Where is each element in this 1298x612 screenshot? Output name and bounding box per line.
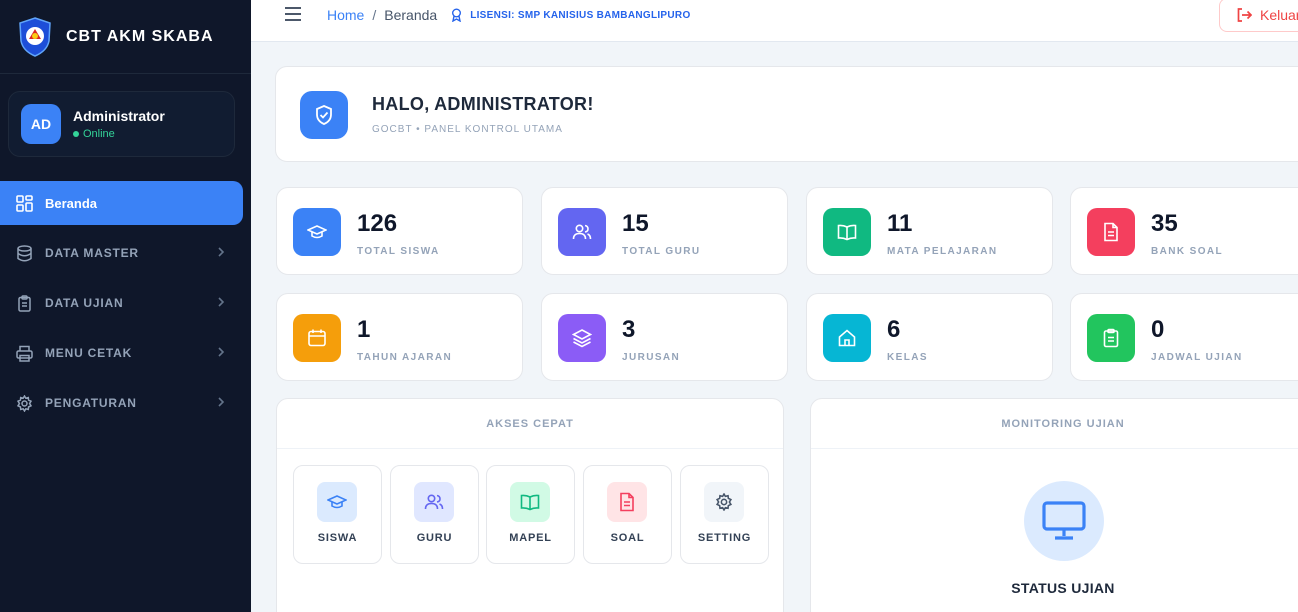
stat-label: JADWAL UJIAN	[1151, 352, 1243, 363]
quick-access-siswa[interactable]: SISWA	[293, 465, 382, 564]
users-icon	[414, 482, 454, 522]
database-icon	[17, 244, 32, 261]
logout-icon	[1237, 8, 1252, 22]
stat-card-jadwal-ujian[interactable]: 0 JADWAL UJIAN	[1070, 293, 1298, 381]
chevron-right-icon	[218, 297, 225, 307]
welcome-title: HALO, ADMINISTRATOR!	[372, 94, 594, 114]
shield-check-icon	[300, 91, 348, 139]
brand-title: CBT AKM SKABA	[66, 27, 214, 45]
license-badge: LISENSI: SMP KANISIUS BAMBANGLIPURO	[451, 8, 690, 22]
quick-access-panel: AKSES CEPAT SISWA GURU MAPEL SOAL SETTIN…	[276, 398, 784, 612]
stat-label: MATA PELAJARAN	[887, 246, 998, 257]
quick-access-label: GURU	[416, 532, 453, 544]
quick-access-label: MAPEL	[509, 532, 552, 544]
quick-access-soal[interactable]: SOAL	[583, 465, 672, 564]
stat-label: TAHUN AJARAN	[357, 352, 453, 363]
user-card[interactable]: AD Administrator Online	[8, 91, 235, 157]
quick-access-setting[interactable]: SETTING	[680, 465, 769, 564]
stat-card-mata-pelajaran[interactable]: 11 MATA PELAJARAN	[806, 187, 1053, 275]
graduation-cap-icon	[317, 482, 357, 522]
gear-icon	[704, 482, 744, 522]
sidebar-item-pengaturan[interactable]: PENGATURAN	[0, 381, 243, 425]
sidebar-item-menu-cetak[interactable]: MENU CETAK	[0, 331, 243, 375]
quick-access-guru[interactable]: GURU	[390, 465, 479, 564]
document-icon	[607, 482, 647, 522]
sidebar-item-label: MENU CETAK	[45, 346, 133, 360]
grid-icon	[16, 194, 33, 212]
online-dot-icon	[73, 131, 79, 137]
stat-card-total-siswa[interactable]: 126 TOTAL SISWA	[276, 187, 523, 275]
stat-label: TOTAL SISWA	[357, 246, 440, 257]
stat-card-kelas[interactable]: 6 KELAS	[806, 293, 1053, 381]
brand: CBT AKM SKABA	[0, 0, 251, 74]
sidebar-item-label: PENGATURAN	[45, 396, 137, 410]
stat-value: 1	[357, 316, 371, 343]
sidebar-item-label: DATA MASTER	[45, 246, 139, 260]
printer-icon	[16, 345, 33, 362]
stat-label: KELAS	[887, 352, 928, 363]
graduation-cap-icon	[293, 208, 341, 256]
award-icon	[452, 8, 462, 22]
hamburger-menu-icon[interactable]	[284, 6, 302, 22]
clipboard-check-icon	[1087, 314, 1135, 362]
stat-label: TOTAL GURU	[622, 246, 701, 257]
school-logo-icon	[19, 16, 51, 57]
sidebar-item-label: DATA UJIAN	[45, 296, 124, 310]
sidebar: CBT AKM SKABA AD Administrator Online Be…	[0, 0, 251, 612]
home-icon	[823, 314, 871, 362]
stat-label: BANK SOAL	[1151, 246, 1224, 257]
quick-access-label: SISWA	[317, 532, 358, 544]
stat-card-tahun-ajaran[interactable]: 1 TAHUN AJARAN	[276, 293, 523, 381]
book-icon	[510, 482, 550, 522]
sidebar-item-data-ujian[interactable]: DATA UJIAN	[0, 281, 243, 325]
monitor-icon	[1024, 481, 1104, 561]
user-status-label: Online	[83, 128, 115, 140]
status-ujian-title: STATUS UJIAN	[1011, 580, 1115, 596]
document-icon	[1087, 208, 1135, 256]
welcome-subtitle: GOCBT • PANEL KONTROL UTAMA	[372, 124, 563, 135]
quick-access-label: SOAL	[610, 532, 645, 544]
breadcrumb-separator: /	[372, 7, 377, 23]
stat-value: 6	[887, 316, 901, 343]
quick-access-label: SETTING	[697, 532, 752, 544]
topbar: Home / Beranda LISENSI: SMP KANISIUS BAM…	[251, 0, 1298, 42]
avatar: AD	[21, 104, 61, 144]
stat-value: 3	[622, 316, 636, 343]
stat-value: 11	[887, 210, 913, 237]
breadcrumb: Home / Beranda LISENSI: SMP KANISIUS BAM…	[327, 7, 691, 23]
chevron-right-icon	[218, 347, 225, 357]
sidebar-item-data-master[interactable]: DATA MASTER	[0, 231, 243, 275]
breadcrumb-current: Beranda	[384, 7, 438, 23]
sidebar-nav: Beranda DATA MASTER DATA UJIAN MENU CETA…	[0, 181, 243, 431]
welcome-card: HALO, ADMINISTRATOR! GOCBT • PANEL KONTR…	[275, 66, 1298, 162]
stat-value: 126	[357, 210, 398, 237]
stat-value: 0	[1151, 316, 1165, 343]
monitoring-panel: MONITORING UJIAN STATUS UJIAN	[810, 398, 1298, 612]
logout-button[interactable]: Keluar	[1219, 0, 1298, 32]
gear-icon	[16, 394, 33, 412]
layers-icon	[558, 314, 606, 362]
stat-card-jurusan[interactable]: 3 JURUSAN	[541, 293, 788, 381]
stat-card-total-guru[interactable]: 15 TOTAL GURU	[541, 187, 788, 275]
chevron-right-icon	[218, 397, 225, 407]
book-icon	[823, 208, 871, 256]
sidebar-item-beranda[interactable]: Beranda	[0, 181, 243, 225]
stat-value: 35	[1151, 210, 1178, 237]
user-name: Administrator	[73, 108, 165, 124]
stat-value: 15	[622, 210, 649, 237]
quick-access-title: AKSES CEPAT	[277, 399, 783, 449]
quick-access-mapel[interactable]: MAPEL	[486, 465, 575, 564]
sidebar-item-label: Beranda	[45, 195, 98, 211]
users-icon	[558, 208, 606, 256]
stat-label: JURUSAN	[622, 352, 681, 363]
chevron-right-icon	[218, 247, 225, 257]
user-status: Online	[73, 128, 165, 140]
stat-card-bank-soal[interactable]: 35 BANK SOAL	[1070, 187, 1298, 275]
monitoring-title: MONITORING UJIAN	[811, 399, 1298, 449]
calendar-icon	[293, 314, 341, 362]
license-text: LISENSI: SMP KANISIUS BAMBANGLIPURO	[470, 9, 691, 21]
breadcrumb-home-link[interactable]: Home	[327, 7, 364, 23]
clipboard-icon	[18, 294, 31, 312]
logout-label: Keluar	[1260, 7, 1298, 23]
